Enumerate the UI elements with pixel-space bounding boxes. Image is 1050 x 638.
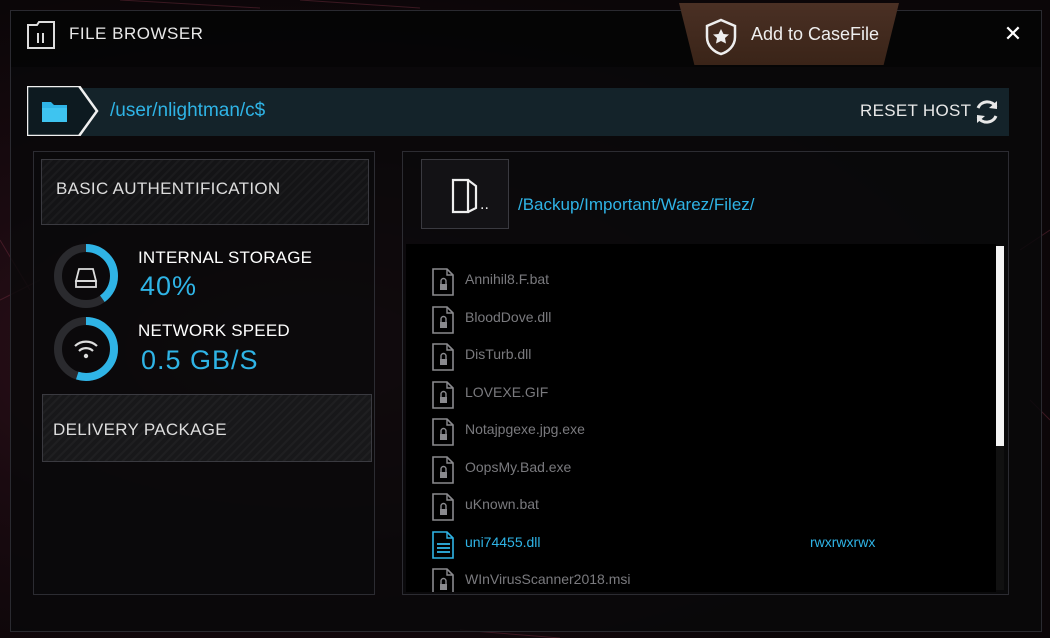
file-name: uKnown.bat [465, 496, 539, 512]
file-row[interactable]: WInVirusScanner2018.msi [406, 562, 986, 592]
scrollbar-thumb[interactable] [996, 246, 1004, 446]
parent-directory-label: .. [480, 196, 489, 213]
folder-icon[interactable] [27, 86, 99, 136]
internal-storage-title: INTERNAL STORAGE [138, 248, 313, 267]
network-speed-value: 0.5 GB/S [141, 345, 259, 375]
basic-authentification-label: BASIC AUTHENTIFICATION [56, 179, 281, 198]
file-row[interactable]: OopsMy.Bad.exe [406, 450, 986, 486]
file-row[interactable]: LOVEXE.GIF [406, 375, 986, 411]
locked-file-icon [432, 455, 454, 484]
file-name: Annihil8.F.bat [465, 271, 550, 287]
open-folder-icon [451, 178, 478, 214]
delivery-package-label: DELIVERY PACKAGE [53, 420, 227, 439]
locked-file-icon [432, 493, 454, 521]
add-to-casefile-label[interactable]: Add to CaseFile [751, 24, 879, 45]
network-gauge [54, 317, 118, 381]
file-name: uni74455.dll [465, 533, 541, 550]
window-title: FILE BROWSER [69, 24, 204, 43]
file-name: WInVirusScanner2018.msi [465, 571, 631, 587]
parent-directory-button[interactable]: .. [421, 159, 509, 229]
file-name: OopsMy.Bad.exe [465, 458, 572, 475]
current-path: /user/nlightman/c$ [110, 100, 266, 121]
basic-authentification-button[interactable]: BASIC AUTHENTIFICATION [41, 159, 369, 225]
close-button[interactable]: ✕ [1001, 22, 1025, 46]
locked-file-icon [432, 343, 454, 371]
refresh-icon[interactable] [972, 97, 1002, 127]
directory-path: /Backup/Important/Warez/Filez/ [518, 195, 755, 214]
badge-icon [705, 18, 737, 56]
file-row[interactable]: BloodDove.dll [406, 300, 986, 336]
storage-gauge [54, 244, 118, 308]
file-row[interactable]: DisTurb.dll [406, 337, 986, 373]
file-name: LOVEXE.GIF [465, 383, 549, 400]
file-row[interactable]: Annihil8.F.bat [406, 262, 986, 298]
file-browser-icon [27, 21, 55, 49]
file-list: Annihil8.F.bat BloodDove.dll DisTurb.dll LO… [406, 244, 996, 592]
file-row[interactable]: uKnown.bat [406, 487, 986, 523]
locked-file-icon [432, 380, 454, 409]
locked-file-icon [432, 305, 454, 334]
delivery-package-button[interactable]: DELIVERY PACKAGE [42, 394, 372, 462]
file-name: BloodDove.dll [465, 308, 552, 325]
file-name: DisTurb.dll [465, 346, 532, 362]
locked-file-icon [432, 568, 454, 592]
wifi-icon [74, 340, 98, 359]
hard-drive-icon [74, 268, 98, 288]
locked-file-icon [432, 268, 454, 296]
network-speed-title: NETWORK SPEED [138, 321, 290, 340]
file-permissions: rwxrwxrwx [810, 533, 876, 550]
file-row[interactable]: Notajpgexe.jpg.exe [406, 412, 986, 448]
locked-file-icon [432, 418, 454, 446]
document-file-icon [432, 530, 454, 559]
reset-host-button[interactable]: RESET HOST [860, 101, 971, 121]
internal-storage-value: 40% [140, 271, 198, 301]
file-name: Notajpgexe.jpg.exe [465, 421, 585, 437]
titlebar: FILE BROWSER Add to CaseFile ✕ [11, 3, 1041, 67]
file-row[interactable]: uni74455.dll rwxrwxrwx [406, 525, 986, 561]
